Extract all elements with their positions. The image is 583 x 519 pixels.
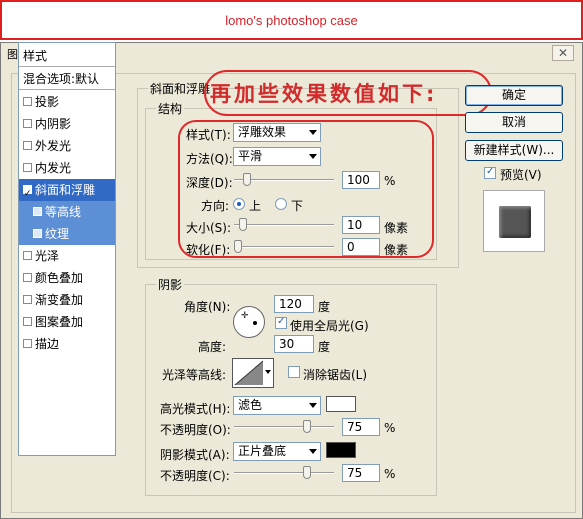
banner-text: lomo's photoshop case	[225, 12, 358, 28]
checkbox-icon[interactable]	[23, 317, 32, 326]
crosshair-icon: ✛	[241, 311, 249, 321]
checkbox-icon[interactable]	[23, 97, 32, 106]
shading-group	[145, 284, 437, 496]
list-item-color-overlay[interactable]: 颜色叠加	[19, 267, 115, 289]
checkbox-icon[interactable]	[23, 163, 32, 172]
altitude-input[interactable]: 30	[274, 335, 314, 353]
list-item-drop-shadow[interactable]: 投影	[19, 91, 115, 113]
checkbox-icon[interactable]	[33, 229, 42, 238]
style-list: 样式 混合选项:默认 投影 内阴影 外发光 内发光 斜面和浮雕 等高线 纹理 光…	[18, 42, 116, 456]
checkbox-icon[interactable]	[23, 339, 32, 348]
list-item-gradient-overlay[interactable]: 渐变叠加	[19, 289, 115, 311]
opacity-shadow-label: 不透明度(C):	[160, 469, 230, 483]
angle-label: 角度(N):	[184, 300, 231, 314]
opacity-highlight-slider[interactable]	[234, 420, 334, 434]
list-item-stroke[interactable]: 描边	[19, 333, 115, 355]
callout-text: 再加些效果数值如下:	[210, 82, 438, 106]
checkbox-icon[interactable]	[23, 251, 32, 260]
antialias-checkbox[interactable]	[288, 366, 300, 378]
altitude-label: 高度:	[198, 340, 227, 354]
style-list-header[interactable]: 样式	[19, 45, 115, 67]
list-item-inner-shadow[interactable]: 内阴影	[19, 113, 115, 135]
checkbox-icon[interactable]	[23, 183, 32, 205]
list-item-texture[interactable]: 纹理	[19, 223, 115, 245]
bevel-emboss-title: 斜面和浮雕	[148, 80, 213, 97]
checkbox-icon[interactable]	[23, 141, 32, 150]
checkbox-icon[interactable]	[33, 207, 42, 216]
antialias-label: 消除锯齿(L)	[303, 368, 368, 382]
angle-input[interactable]: 120	[274, 295, 314, 313]
opacity-highlight-label: 不透明度(O):	[160, 423, 231, 437]
chevron-down-icon	[265, 370, 271, 374]
preview-checkbox[interactable]	[484, 166, 496, 179]
style-preview	[483, 190, 545, 252]
slider-thumb[interactable]	[303, 466, 311, 479]
opacity-highlight-unit: %	[384, 421, 396, 435]
structure-title: 结构	[156, 100, 185, 117]
close-button[interactable]: ✕	[552, 45, 574, 61]
chevron-down-icon	[309, 449, 317, 454]
opacity-shadow-unit: %	[384, 467, 396, 481]
checkbox-icon[interactable]	[23, 119, 32, 128]
slider-thumb[interactable]	[303, 420, 311, 433]
new-style-button[interactable]: 新建样式(W)...	[465, 140, 563, 161]
list-item-inner-glow[interactable]: 内发光	[19, 157, 115, 179]
gloss-contour-label: 光泽等高线:	[162, 368, 227, 382]
opacity-shadow-input[interactable]: 75	[342, 464, 380, 482]
highlight-mode-label: 高光模式(H):	[160, 402, 231, 416]
angle-unit: 度	[318, 300, 331, 314]
angle-dial[interactable]: ✛	[233, 306, 265, 338]
list-item-contour[interactable]: 等高线	[19, 201, 115, 223]
global-light-checkbox[interactable]	[275, 316, 287, 329]
altitude-unit: 度	[318, 340, 331, 354]
ok-button[interactable]: 确定	[465, 85, 563, 106]
opacity-shadow-slider[interactable]	[234, 466, 334, 480]
opacity-highlight-input[interactable]: 75	[342, 418, 380, 436]
checkbox-icon[interactable]	[23, 273, 32, 282]
banner: lomo's photoshop case	[0, 0, 583, 40]
list-item-pattern-overlay[interactable]: 图案叠加	[19, 311, 115, 333]
shadow-mode-label: 阴影模式(A):	[160, 448, 230, 462]
highlight-color-swatch[interactable]	[326, 396, 356, 412]
shadow-color-swatch[interactable]	[326, 442, 356, 458]
global-light-label: 使用全局光(G)	[290, 319, 369, 333]
preview-square	[499, 206, 531, 238]
preview-label: 预览(V)	[500, 168, 542, 182]
list-item-outer-glow[interactable]: 外发光	[19, 135, 115, 157]
highlight-mode-select[interactable]: 滤色	[233, 396, 321, 415]
highlight-oval	[178, 120, 434, 258]
cancel-button[interactable]: 取消	[465, 112, 563, 133]
gloss-contour-picker[interactable]	[232, 358, 274, 388]
list-item-satin[interactable]: 光泽	[19, 245, 115, 267]
checkbox-icon[interactable]	[23, 295, 32, 304]
list-item-bevel-emboss[interactable]: 斜面和浮雕	[19, 179, 115, 205]
shading-title: 阴影	[156, 276, 185, 293]
chevron-down-icon	[309, 403, 317, 408]
shadow-mode-select[interactable]: 正片叠底	[233, 442, 321, 461]
blending-options-item[interactable]: 混合选项:默认	[19, 68, 115, 90]
